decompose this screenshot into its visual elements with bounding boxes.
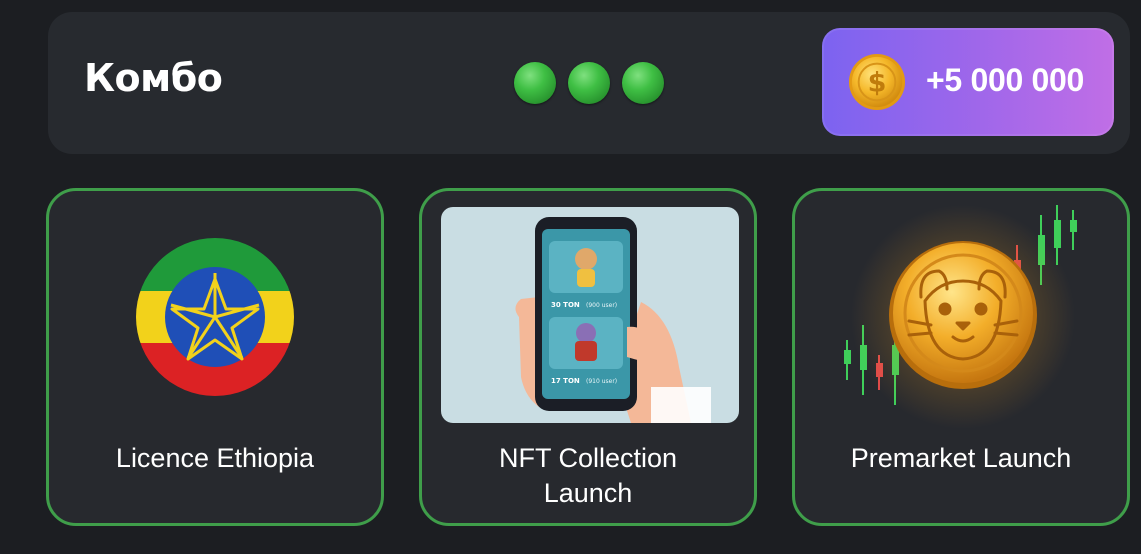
nft-price-2: 17 TON (551, 377, 580, 385)
phone-nft-image: 30 TON (900 user) 17 TON (910 user) (441, 207, 739, 423)
combo-dot-2 (568, 62, 610, 104)
combo-progress-dots (514, 62, 664, 104)
combo-reward-amount: +5 000 000 (926, 62, 1085, 98)
hamster-coin-chart-icon (844, 205, 1077, 429)
combo-title: Комбо (84, 56, 223, 100)
svg-text:$: $ (868, 68, 887, 99)
daily-combo-screen: Комбо $ +5 000 000 Licence Ethiopia 30 T… (0, 0, 1141, 554)
combo-card-nft-collection-launch[interactable]: 30 TON (900 user) 17 TON (910 user) NFT … (419, 188, 757, 526)
combo-card-licence-ethiopia[interactable]: Licence Ethiopia (46, 188, 384, 526)
combo-dot-1 (514, 62, 556, 104)
combo-header: Комбо $ +5 000 000 (48, 12, 1130, 154)
card-label: Premarket Launch (850, 443, 1072, 473)
combo-card-premarket-launch[interactable]: Premarket Launch (792, 188, 1130, 526)
card-label: Licence Ethiopia (115, 443, 315, 473)
nft-users-1: (900 user) (586, 302, 617, 309)
ethiopia-flag-icon (136, 238, 294, 396)
nft-users-2: (910 user) (586, 378, 617, 385)
combo-reward-button[interactable]: $ +5 000 000 (822, 28, 1114, 136)
nft-price-1: 30 TON (551, 301, 580, 309)
coin-icon: $ (848, 53, 906, 111)
card-label: NFT Collection Launch (498, 443, 678, 508)
combo-dot-3 (622, 62, 664, 104)
